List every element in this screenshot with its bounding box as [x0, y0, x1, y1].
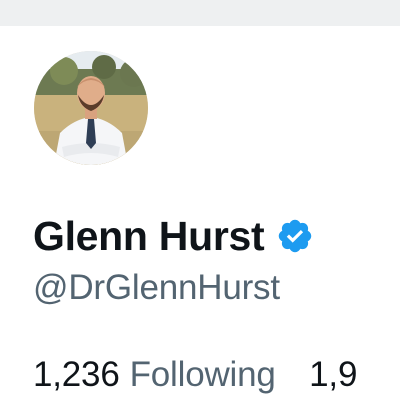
followers-count[interactable]: 1,9: [309, 355, 357, 394]
avatar-photo: [34, 51, 148, 165]
following-label: Following: [129, 355, 276, 394]
profile-name-row: Glenn Hurst: [33, 209, 315, 263]
header-banner-edge: [0, 0, 400, 26]
profile-stats: 1,236 Following 1,9: [33, 355, 357, 395]
profile-avatar[interactable]: [31, 48, 151, 168]
display-name: Glenn Hurst: [33, 212, 265, 259]
verified-check-icon: [279, 219, 312, 253]
following-count: 1,236: [33, 355, 120, 394]
profile-handle: @DrGlennHurst: [33, 268, 280, 307]
following-link[interactable]: 1,236 Following: [33, 355, 285, 394]
verified-badge-icon[interactable]: [275, 216, 315, 256]
